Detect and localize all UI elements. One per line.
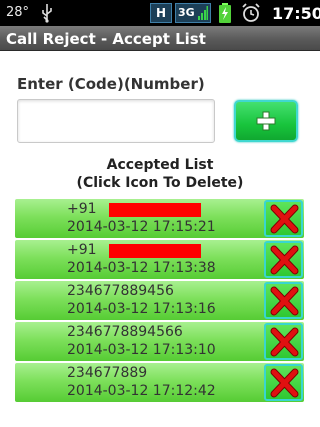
heading-line-2: (Click Icon To Delete) bbox=[76, 175, 244, 191]
accepted-list: +91 2014-03-12 17:15:21 +91 2014-03-12 1… bbox=[15, 199, 304, 404]
number-input[interactable] bbox=[17, 99, 215, 143]
list-item-timestamp: 2014-03-12 17:13:38 bbox=[67, 260, 216, 276]
delete-x-icon bbox=[270, 286, 298, 315]
alarm-clock-icon bbox=[242, 3, 260, 22]
plus-icon bbox=[256, 111, 276, 131]
list-item-number: +91 bbox=[67, 242, 97, 258]
list-item-timestamp: 2014-03-12 17:13:10 bbox=[67, 342, 216, 358]
network-3g-label: 3G bbox=[178, 6, 195, 19]
accepted-list-heading: Accepted List (Click Icon To Delete) bbox=[0, 156, 320, 192]
list-item: 234677889 2014-03-12 17:12:42 bbox=[15, 363, 304, 402]
status-bar: 28° H 3G 17:50 bbox=[0, 0, 320, 26]
delete-x-icon bbox=[270, 327, 298, 356]
signal-bars-icon bbox=[198, 6, 208, 20]
list-item: 2346778894566 2014-03-12 17:13:10 bbox=[15, 322, 304, 361]
app-title: Call Reject - Accept List bbox=[6, 30, 206, 48]
delete-x-icon bbox=[270, 204, 298, 233]
list-item-number: 234677889456 bbox=[67, 283, 174, 299]
delete-x-icon bbox=[270, 368, 298, 397]
redaction-box bbox=[109, 244, 201, 258]
clock-time: 17:50 bbox=[272, 4, 320, 23]
delete-button[interactable] bbox=[264, 323, 303, 360]
list-item: +91 2014-03-12 17:13:38 bbox=[15, 240, 304, 279]
add-number-button[interactable] bbox=[234, 100, 298, 142]
redaction-box bbox=[109, 203, 201, 217]
network-3g-icon: 3G bbox=[175, 3, 211, 23]
battery-charging-icon bbox=[219, 3, 231, 23]
heading-line-1: Accepted List bbox=[106, 157, 214, 173]
delete-button[interactable] bbox=[264, 200, 303, 237]
list-item-timestamp: 2014-03-12 17:13:16 bbox=[67, 301, 216, 317]
delete-button[interactable] bbox=[264, 282, 303, 319]
usb-icon bbox=[42, 4, 52, 23]
list-item-number: +91 bbox=[67, 201, 97, 217]
list-item-number: 234677889 bbox=[67, 365, 148, 381]
network-h-icon: H bbox=[150, 3, 172, 23]
list-item: 234677889456 2014-03-12 17:13:16 bbox=[15, 281, 304, 320]
enter-number-label: Enter (Code)(Number) bbox=[17, 75, 205, 93]
list-item-timestamp: 2014-03-12 17:15:21 bbox=[67, 219, 216, 235]
list-item: +91 2014-03-12 17:15:21 bbox=[15, 199, 304, 238]
list-item-timestamp: 2014-03-12 17:12:42 bbox=[67, 383, 216, 399]
delete-button[interactable] bbox=[264, 364, 303, 401]
delete-button[interactable] bbox=[264, 241, 303, 278]
temperature-indicator: 28° bbox=[6, 5, 30, 20]
title-bar: Call Reject - Accept List bbox=[0, 26, 320, 51]
delete-x-icon bbox=[270, 245, 298, 274]
list-item-number: 2346778894566 bbox=[67, 324, 183, 340]
